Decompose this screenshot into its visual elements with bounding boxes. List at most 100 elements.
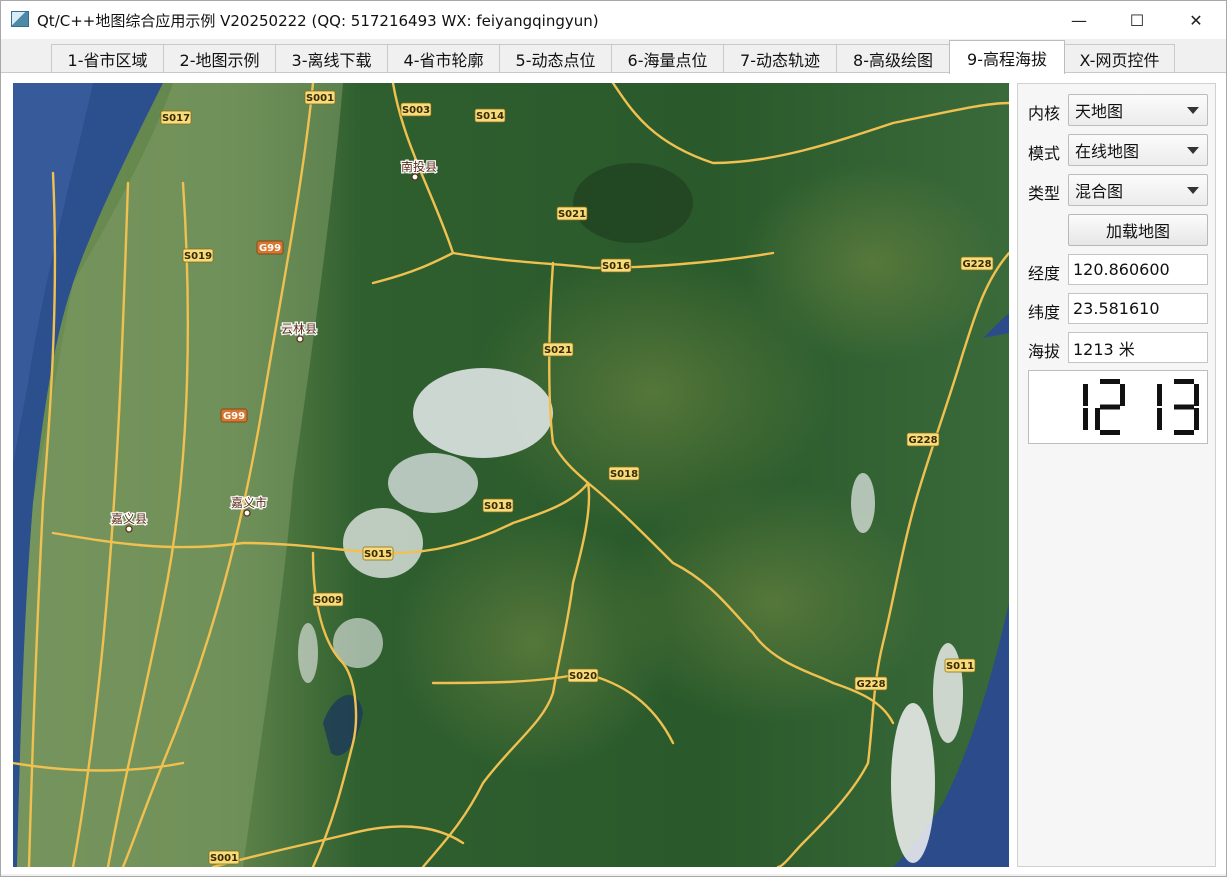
chevron-down-icon — [1187, 107, 1199, 114]
map-view[interactable]: S001 S003 S014 S017 S019 S021 S016 S021 … — [13, 83, 1009, 867]
tab-4[interactable]: 4-省市轮廓 — [387, 44, 500, 73]
kernel-select-value: 天地图 — [1075, 102, 1124, 121]
svg-text:S021: S021 — [558, 209, 586, 220]
svg-text:G228: G228 — [962, 259, 991, 270]
app-window: Qt/C++地图综合应用示例 V20250222 (QQ: 517216493 … — [0, 0, 1227, 877]
road-shield: G228 — [906, 432, 940, 447]
road-shield: G228 — [854, 676, 888, 691]
longitude-label: 经度 — [1028, 264, 1061, 283]
mode-label: 模式 — [1028, 144, 1061, 163]
lcd-segment — [1174, 430, 1194, 435]
altitude-label: 海拔 — [1028, 342, 1061, 361]
road-shield: G99 — [256, 240, 284, 255]
mode-select[interactable]: 在线地图 — [1068, 134, 1208, 166]
tab-x[interactable]: X-网页控件 — [1064, 44, 1175, 73]
svg-text:S019: S019 — [184, 251, 212, 262]
lcd-segment — [1100, 404, 1120, 410]
tab-2[interactable]: 2-地图示例 — [163, 44, 276, 73]
mode-select-value: 在线地图 — [1075, 142, 1140, 161]
svg-text:S016: S016 — [602, 261, 630, 272]
lcd-segment — [1174, 404, 1194, 410]
chevron-down-icon — [1187, 147, 1199, 154]
lcd-digit — [1095, 379, 1125, 435]
lcd-digit — [1174, 379, 1199, 435]
tab-content: S001 S003 S014 S017 S019 S021 S016 S021 … — [1, 72, 1226, 874]
road-shield: S016 — [600, 258, 632, 273]
lcd-segment — [1157, 408, 1162, 430]
chevron-down-icon — [1187, 187, 1199, 194]
control-panel: 内核 天地图 模式 在线地图 类型 混合图 加载地图 经度 120.860600… — [1017, 83, 1216, 867]
tab-bar: 1-省市区域 2-地图示例 3-离线下载 4-省市轮廓 5-动态点位 6-海量点… — [1, 39, 1226, 74]
lcd-segment — [1194, 384, 1199, 406]
tab-7[interactable]: 7-动态轨迹 — [723, 44, 837, 73]
road-shield: G99 — [220, 408, 248, 423]
place-label: 嘉义市 — [231, 495, 267, 510]
road-shield: S018 — [482, 498, 514, 513]
road-shield: S001 — [208, 850, 240, 865]
road-shield: S001 — [304, 90, 336, 105]
app-icon — [11, 11, 29, 27]
place-label: 云林县 — [281, 322, 317, 336]
road-shield: G228 — [960, 256, 994, 271]
lcd-segment — [1120, 384, 1125, 406]
svg-text:G228: G228 — [908, 435, 937, 446]
tab-5[interactable]: 5-动态点位 — [499, 44, 612, 73]
svg-text:S001: S001 — [210, 853, 238, 864]
road-shield: S015 — [362, 546, 394, 561]
svg-text:S020: S020 — [569, 671, 597, 682]
lcd-digits — [1083, 379, 1199, 435]
svg-text:S001: S001 — [306, 93, 334, 104]
svg-text:S003: S003 — [402, 105, 430, 116]
title-bar[interactable]: Qt/C++地图综合应用示例 V20250222 (QQ: 517216493 … — [1, 1, 1226, 39]
altitude-field[interactable]: 1213 米 — [1068, 332, 1208, 363]
tab-1[interactable]: 1-省市区域 — [51, 44, 164, 73]
latitude-field[interactable]: 23.581610 — [1068, 293, 1208, 324]
maximize-button[interactable]: ☐ — [1107, 1, 1167, 39]
road-shield: S003 — [400, 102, 432, 117]
road-shield: S019 — [182, 248, 214, 263]
tab-8[interactable]: 8-高级绘图 — [836, 44, 950, 73]
road-shield: S020 — [567, 668, 599, 683]
svg-text:S014: S014 — [476, 111, 504, 122]
place-label: 南投县 — [401, 159, 437, 174]
altitude-lcd-display — [1028, 370, 1208, 444]
svg-text:S021: S021 — [544, 345, 572, 356]
road-shield: S011 — [944, 658, 976, 673]
longitude-field[interactable]: 120.860600 — [1068, 254, 1208, 285]
lcd-digit — [1083, 384, 1088, 430]
kernel-select[interactable]: 天地图 — [1068, 94, 1208, 126]
place-label: 嘉义县 — [111, 512, 147, 526]
svg-text:G228: G228 — [856, 679, 885, 690]
lcd-segment — [1157, 384, 1162, 406]
lcd-segment — [1083, 384, 1088, 406]
type-label: 类型 — [1028, 184, 1061, 203]
svg-text:S017: S017 — [162, 113, 190, 124]
tab-6[interactable]: 6-海量点位 — [611, 44, 724, 73]
svg-text:S015: S015 — [364, 549, 392, 560]
svg-text:S018: S018 — [610, 469, 638, 480]
close-button[interactable]: ✕ — [1166, 1, 1226, 39]
kernel-label: 内核 — [1028, 104, 1061, 123]
satellite-map[interactable]: S001 S003 S014 S017 S019 S021 S016 S021 … — [13, 83, 1009, 867]
tab-9-active[interactable]: 9-高程海拔 — [949, 40, 1065, 74]
minimize-button[interactable]: — — [1049, 1, 1109, 39]
road-shield: S018 — [608, 466, 640, 481]
road-shield: S017 — [160, 110, 192, 125]
svg-text:S009: S009 — [314, 595, 342, 606]
lcd-segment — [1095, 408, 1100, 430]
tab-3[interactable]: 3-离线下载 — [275, 44, 388, 73]
load-map-button[interactable]: 加载地图 — [1068, 214, 1208, 246]
type-select-value: 混合图 — [1075, 182, 1124, 201]
lcd-segment — [1100, 430, 1120, 435]
lcd-segment — [1194, 408, 1199, 430]
lcd-segment — [1174, 379, 1194, 384]
road-shield: S014 — [474, 108, 506, 123]
road-shield: S009 — [312, 592, 344, 607]
lcd-segment — [1100, 379, 1120, 384]
svg-text:G99: G99 — [223, 411, 245, 422]
window-title: Qt/C++地图综合应用示例 V20250222 (QQ: 517216493 … — [37, 12, 599, 30]
road-shield: S021 — [542, 342, 574, 357]
type-select[interactable]: 混合图 — [1068, 174, 1208, 206]
svg-text:S011: S011 — [946, 661, 974, 672]
lcd-digit — [1157, 384, 1162, 430]
